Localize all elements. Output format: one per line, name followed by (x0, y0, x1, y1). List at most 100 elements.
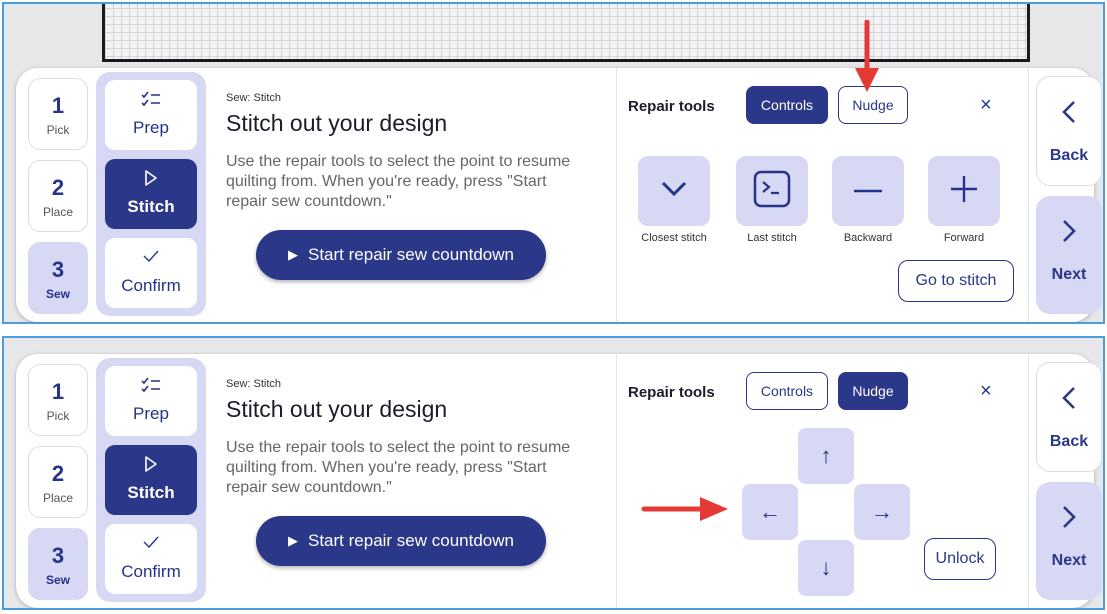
page-title: Stitch out your design (226, 110, 448, 136)
next-label: Next (1051, 552, 1087, 569)
tab-controls[interactable]: Controls (746, 86, 828, 124)
forward-button[interactable] (928, 156, 1000, 226)
instructions-text: Use the repair tools to select the point… (226, 153, 571, 210)
checklist-icon (105, 90, 197, 112)
chevron-left-icon (1037, 385, 1101, 417)
next-button[interactable]: Next (1036, 482, 1102, 600)
back-button[interactable]: Back (1036, 76, 1102, 186)
page-title: Stitch out your design (226, 396, 448, 422)
chevron-right-icon (1036, 218, 1102, 250)
step-label: Place (42, 205, 74, 219)
step-place[interactable]: 2 Place (28, 446, 88, 518)
start-repair-sew-button[interactable]: ▶ Start repair sew countdown (256, 230, 546, 280)
close-icon[interactable]: × (980, 380, 992, 403)
step-place[interactable]: 2 Place (28, 160, 88, 232)
annotation-arrow-right (641, 497, 728, 521)
back-label: Back (1049, 433, 1089, 450)
arrow-left-icon: ← (759, 499, 781, 524)
divider (616, 68, 617, 322)
step-number: 1 (51, 93, 65, 118)
step-label: Sew (45, 573, 70, 587)
next-button[interactable]: Next (1036, 196, 1102, 314)
design-canvas (102, 4, 1030, 62)
nudge-right-button[interactable]: → (854, 484, 910, 540)
screenshot-controls: 1 Pick 2 Place 3 Sew Prep Stitch Confirm… (2, 2, 1105, 324)
screenshot-nudge: 1 Pick 2 Place 3 Sew Prep Stitch Confirm… (2, 336, 1105, 610)
tool-label: Forward (943, 232, 985, 244)
step-label: Pick (46, 123, 70, 137)
step-number: 3 (51, 257, 65, 282)
step-pick[interactable]: 1 Pick (28, 364, 88, 436)
play-outline-icon (105, 169, 197, 191)
minus-icon (852, 182, 884, 200)
step-sew[interactable]: 3 Sew (28, 528, 88, 600)
nudge-left-button[interactable]: ← (742, 484, 798, 540)
substep-list: Prep Stitch Confirm (96, 358, 206, 602)
step-number: 2 (51, 175, 65, 200)
tab-controls[interactable]: Controls (746, 372, 828, 410)
substep-prep[interactable]: Prep (105, 80, 197, 150)
backward-button[interactable] (832, 156, 904, 226)
substep-confirm[interactable]: Confirm (105, 524, 197, 594)
play-icon: ▶ (288, 247, 298, 262)
substep-label: Prep (133, 118, 169, 137)
start-repair-label: Start repair sew countdown (308, 531, 514, 550)
repair-tools-label: Repair tools (628, 98, 715, 115)
step-label: Place (42, 491, 74, 505)
substep-confirm[interactable]: Confirm (105, 238, 197, 308)
last-stitch-button[interactable] (736, 156, 808, 226)
instructions-text: Use the repair tools to select the point… (226, 439, 571, 496)
sew-panel: 1 Pick 2 Place 3 Sew Prep Stitch Confirm… (16, 68, 1102, 322)
back-label: Back (1049, 147, 1089, 164)
next-label: Next (1051, 266, 1087, 283)
checkmark-icon (105, 248, 197, 270)
step-number: 1 (51, 379, 65, 404)
arrow-down-icon: ↓ (820, 555, 832, 580)
arrow-right-icon: → (871, 499, 893, 524)
divider (616, 354, 617, 608)
nudge-down-button[interactable]: ↓ (798, 540, 854, 596)
tab-nudge[interactable]: Nudge (838, 372, 908, 410)
start-repair-sew-button[interactable]: ▶ Start repair sew countdown (256, 516, 546, 566)
close-icon[interactable]: × (980, 94, 992, 117)
divider (1028, 354, 1029, 608)
tool-label: Last stitch (747, 232, 797, 244)
step-label: Sew (45, 287, 70, 301)
checklist-icon (105, 376, 197, 398)
step-label: Pick (46, 409, 70, 423)
terminal-icon (752, 169, 792, 214)
substep-stitch[interactable]: Stitch (105, 159, 197, 229)
breadcrumb: Sew: Stitch (226, 92, 282, 104)
arrow-up-icon: ↑ (820, 443, 832, 468)
substep-list: Prep Stitch Confirm (96, 72, 206, 316)
step-sew[interactable]: 3 Sew (28, 242, 88, 314)
tool-label: Backward (843, 232, 893, 244)
substep-prep[interactable]: Prep (105, 366, 197, 436)
step-pick[interactable]: 1 Pick (28, 78, 88, 150)
divider (1028, 68, 1029, 322)
go-to-stitch-button[interactable]: Go to stitch (898, 260, 1014, 302)
substep-label: Stitch (127, 197, 175, 216)
step-number: 3 (51, 543, 65, 568)
substep-label: Prep (133, 404, 169, 423)
back-button[interactable]: Back (1036, 362, 1102, 472)
unlock-button[interactable]: Unlock (924, 538, 996, 580)
substep-stitch[interactable]: Stitch (105, 445, 197, 515)
play-outline-icon (105, 455, 197, 477)
plus-icon (949, 174, 979, 209)
step-number: 2 (51, 461, 65, 486)
checkmark-icon (105, 534, 197, 556)
tool-label: Closest stitch (641, 232, 707, 244)
chevron-left-icon (1037, 99, 1101, 131)
nudge-up-button[interactable]: ↑ (798, 428, 854, 484)
annotation-arrow-down (855, 20, 879, 92)
breadcrumb: Sew: Stitch (226, 378, 282, 390)
chevron-down-icon (659, 179, 689, 204)
substep-label: Confirm (121, 276, 181, 295)
substep-label: Confirm (121, 562, 181, 581)
closest-stitch-button[interactable] (638, 156, 710, 226)
substep-label: Stitch (127, 483, 175, 502)
sew-panel: 1 Pick 2 Place 3 Sew Prep Stitch Confirm… (16, 354, 1102, 608)
chevron-right-icon (1036, 504, 1102, 536)
start-repair-label: Start repair sew countdown (308, 245, 514, 264)
